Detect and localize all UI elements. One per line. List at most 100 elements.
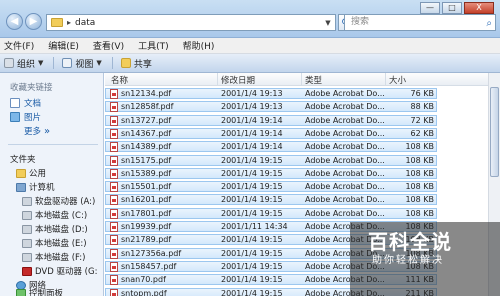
- file-row[interactable]: sn14389.pdf 2001/1/4 19:14 Adobe Acrobat D…: [105, 141, 437, 153]
- organize-button[interactable]: 组织 ▼: [4, 57, 43, 70]
- file-date: 2001/1/4 19:14: [221, 115, 283, 125]
- file-date: 2001/1/4 19:15: [221, 275, 283, 285]
- file-row[interactable]: sn14367.pdf 2001/1/4 19:14 Adobe Acrobat D…: [105, 127, 437, 139]
- breadcrumb-separator-icon[interactable]: ▸: [67, 18, 71, 27]
- file-type: Adobe Acrobat Do...: [305, 182, 385, 192]
- pdf-file-icon: [110, 142, 118, 153]
- column-divider[interactable]: [217, 73, 218, 86]
- chevron-down-icon: ▼: [38, 59, 44, 67]
- tree-item-computer[interactable]: 计算机: [16, 181, 55, 193]
- pdf-file-icon: [110, 288, 118, 296]
- back-button[interactable]: ◀: [6, 13, 23, 30]
- file-name: sn12134.pdf: [121, 89, 172, 98]
- tree-item-label: 公用: [29, 169, 47, 179]
- favorite-link-label: 文档: [24, 99, 42, 109]
- tree-item-drive-e[interactable]: 本地磁盘 (E:): [22, 237, 87, 249]
- tree-item-drive-f[interactable]: 本地磁盘 (F:): [22, 251, 85, 263]
- menu-help[interactable]: 帮助(H): [183, 39, 215, 52]
- file-name: sn15389.pdf: [121, 168, 172, 178]
- watermark: 百科全说 助你轻松解决: [350, 222, 500, 296]
- forward-arrow-icon: ▶: [29, 16, 38, 27]
- file-date: 2001/1/4 19:13: [221, 89, 283, 98]
- column-header-size[interactable]: 大小: [389, 74, 406, 86]
- tree-item-floppy[interactable]: 软盘驱动器 (A:): [22, 195, 95, 207]
- share-button[interactable]: 共享: [120, 57, 152, 70]
- file-type: Adobe Acrobat Do...: [305, 195, 385, 205]
- toolbar-divider: [111, 57, 113, 69]
- share-icon: [120, 58, 131, 68]
- hard-drive-icon: [22, 238, 32, 248]
- search-icon[interactable]: ⌕: [486, 16, 492, 31]
- file-size: 62 KB: [410, 128, 434, 138]
- tree-item-label: 本地磁盘 (C:): [35, 211, 88, 221]
- forward-button[interactable]: ▶: [25, 13, 42, 30]
- favorite-link-pictures[interactable]: 图片: [10, 111, 41, 123]
- column-divider[interactable]: [301, 73, 302, 86]
- chevron-down-icon[interactable]: ▼: [321, 19, 335, 27]
- column-header-date[interactable]: 修改日期: [221, 74, 255, 86]
- file-date: 2001/1/4 19:15: [221, 168, 283, 178]
- column-header-name[interactable]: 名称: [111, 74, 128, 86]
- minimize-button[interactable]: —: [420, 2, 440, 14]
- search-input[interactable]: 搜索 ⌕: [344, 14, 496, 31]
- menu-tools[interactable]: 工具(T): [138, 39, 169, 52]
- organize-icon: [4, 58, 14, 68]
- file-type: Adobe Acrobat Do...: [305, 142, 385, 152]
- file-name: snan70.pdf: [121, 275, 166, 285]
- file-size: 72 KB: [410, 115, 434, 125]
- file-row[interactable]: sn13727.pdf 2001/1/4 19:14 Adobe Acrobat D…: [105, 114, 437, 126]
- tree-item-control-panel[interactable]: 控制面板: [16, 287, 63, 296]
- tree-item-label: 本地磁盘 (E:): [35, 239, 87, 249]
- tree-item-drive-c[interactable]: 本地磁盘 (C:): [22, 209, 87, 221]
- file-date: 2001/1/4 19:14: [221, 128, 283, 138]
- pdf-file-icon: [110, 195, 118, 206]
- column-header-type[interactable]: 类型: [305, 74, 322, 86]
- tree-item-drive-d[interactable]: 本地磁盘 (D:): [22, 223, 88, 235]
- pdf-file-icon: [110, 182, 118, 193]
- folder-icon: [51, 18, 63, 27]
- menu-edit[interactable]: 编辑(E): [48, 39, 79, 52]
- address-path[interactable]: data: [75, 18, 95, 28]
- file-row[interactable]: sn12134.pdf 2001/1/4 19:13 Adobe Acrobat D…: [105, 88, 437, 99]
- views-button[interactable]: 视图 ▼: [62, 57, 102, 70]
- computer-icon: [16, 182, 26, 192]
- pdf-file-icon: [110, 89, 118, 99]
- maximize-button[interactable]: □: [442, 2, 462, 14]
- file-row[interactable]: sn12858f.pdf 2001/1/4 19:13 Adobe Acrobat …: [105, 101, 437, 113]
- file-type: Adobe Acrobat Do...: [305, 89, 385, 98]
- file-row[interactable]: sn15389.pdf 2001/1/4 19:15 Adobe Acrobat D…: [105, 167, 437, 179]
- file-date: 2001/1/4 19:15: [221, 195, 283, 205]
- file-type: Adobe Acrobat Do...: [305, 168, 385, 178]
- file-type: Adobe Acrobat Do...: [305, 115, 385, 125]
- tree-item-dvd[interactable]: DVD 驱动器 (G:: [22, 265, 97, 277]
- file-row[interactable]: sn15175.pdf 2001/1/4 19:15 Adobe Acrobat D…: [105, 154, 437, 166]
- menu-view[interactable]: 查看(V): [93, 39, 124, 52]
- dvd-drive-icon: [22, 266, 32, 276]
- close-button[interactable]: X: [464, 2, 494, 14]
- more-link[interactable]: 更多 »: [24, 125, 50, 138]
- file-date: 2001/1/4 19:15: [221, 248, 283, 258]
- file-row[interactable]: sn15501.pdf 2001/1/4 19:15 Adobe Acrobat D…: [105, 181, 437, 193]
- menu-file[interactable]: 文件(F): [4, 39, 34, 52]
- file-date: 2001/1/4 19:15: [221, 155, 283, 165]
- tree-item-public[interactable]: 公用: [16, 167, 46, 179]
- address-bar[interactable]: ▸ data ▼: [46, 14, 336, 31]
- back-arrow-icon: ◀: [10, 16, 19, 27]
- document-icon: [10, 98, 20, 108]
- tree-item-label: 计算机: [29, 183, 55, 193]
- file-row[interactable]: sn16201.pdf 2001/1/4 19:15 Adobe Acrobat D…: [105, 194, 437, 206]
- favorite-link-documents[interactable]: 文档: [10, 97, 41, 109]
- column-divider[interactable]: [385, 73, 386, 86]
- hard-drive-icon: [22, 224, 32, 234]
- file-date: 2001/1/4 19:14: [221, 142, 283, 152]
- file-name: sntopm.pdf: [121, 288, 167, 296]
- picture-icon: [10, 112, 20, 122]
- share-label: 共享: [133, 59, 152, 70]
- folders-header[interactable]: 文件夹: [10, 153, 36, 165]
- floppy-drive-icon: [22, 196, 32, 206]
- file-row[interactable]: sn17801.pdf 2001/1/4 19:15 Adobe Acrobat D…: [105, 207, 437, 219]
- pdf-file-icon: [110, 128, 118, 139]
- hard-drive-icon: [22, 210, 32, 220]
- scrollbar-thumb[interactable]: [490, 87, 499, 177]
- file-date: 2001/1/4 19:15: [221, 208, 283, 218]
